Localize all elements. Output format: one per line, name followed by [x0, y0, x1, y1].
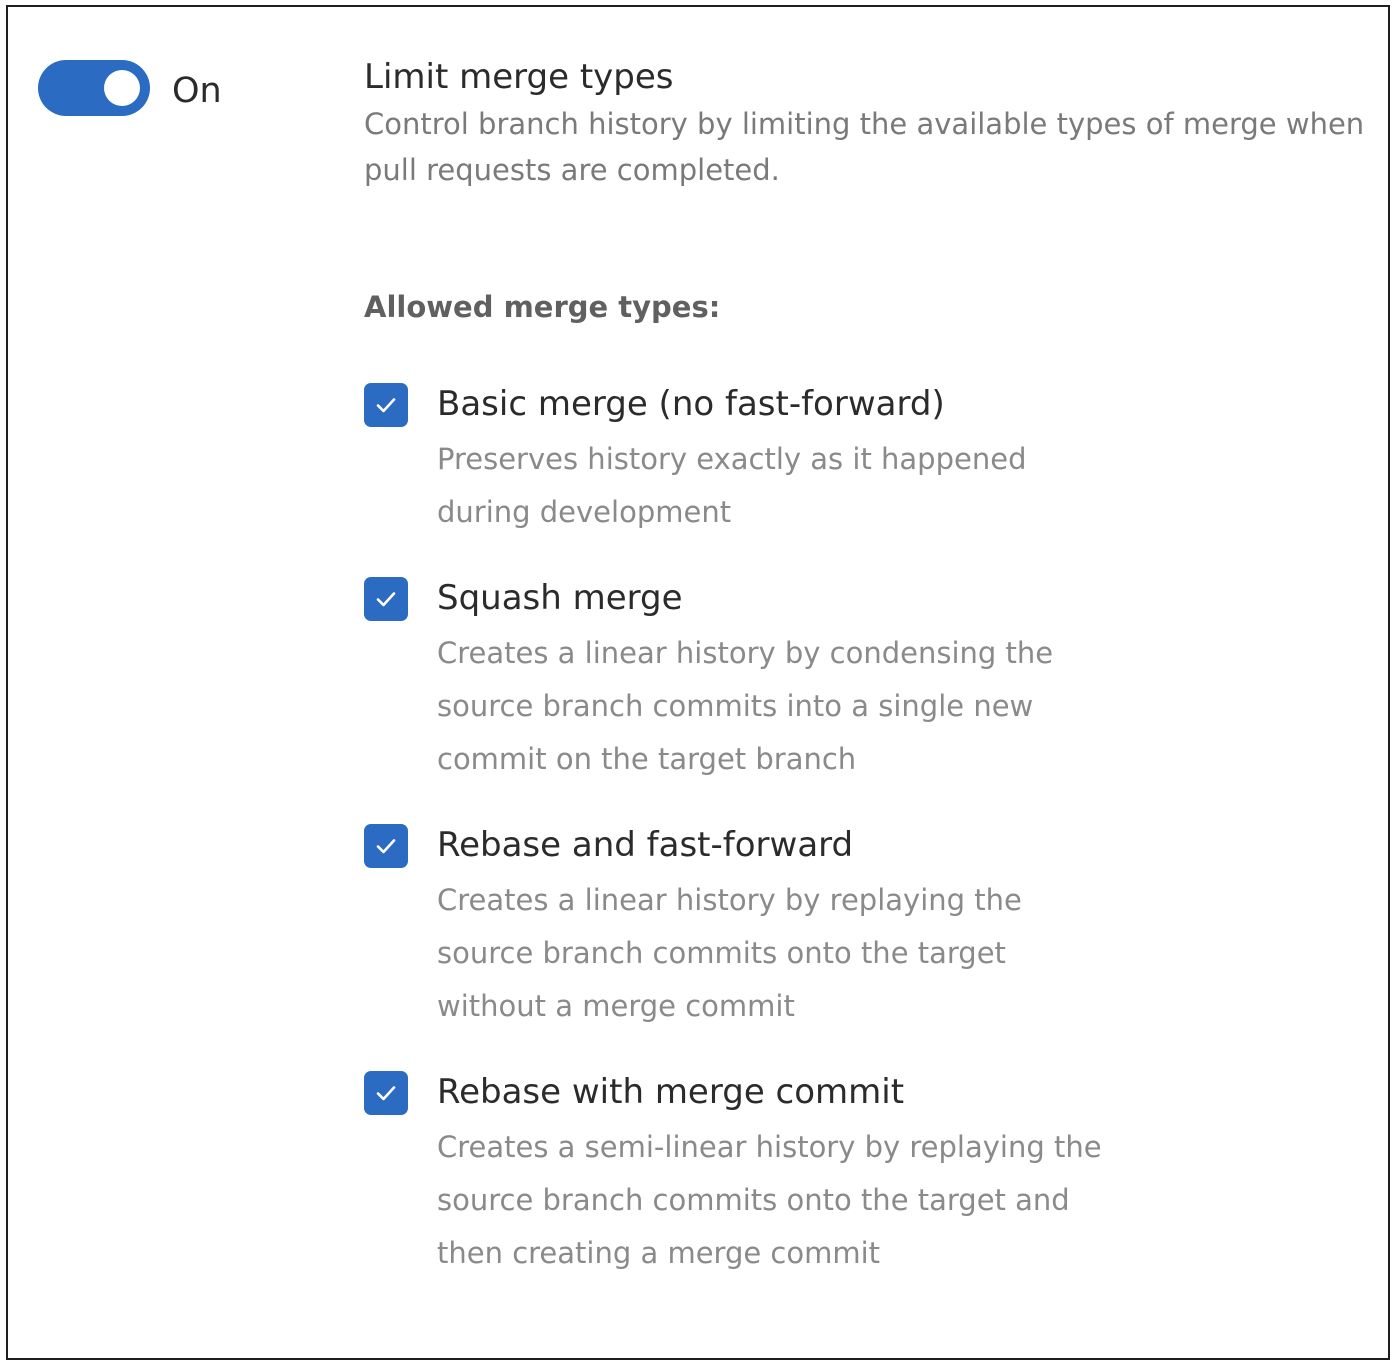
allowed-merge-types-label: Allowed merge types:	[364, 290, 721, 324]
option-title[interactable]: Rebase and fast-forward	[437, 820, 1137, 870]
toggle-state-label: On	[172, 70, 222, 111]
setting-content: Limit merge types Control branch history…	[364, 55, 1392, 1280]
option-squash-merge: Squash merge Creates a linear history by…	[364, 573, 1392, 786]
limit-merge-toggle-group: On	[38, 60, 222, 116]
basic-merge-checkbox[interactable]	[364, 383, 408, 427]
option-text: Rebase and fast-forward Creates a linear…	[437, 820, 1137, 1033]
option-title[interactable]: Basic merge (no fast-forward)	[437, 379, 1137, 429]
setting-title: Limit merge types	[364, 57, 674, 97]
option-rebase-merge-commit: Rebase with merge commit Creates a semi-…	[364, 1067, 1392, 1280]
checkmark-icon	[376, 592, 396, 607]
limit-merge-toggle[interactable]	[38, 60, 150, 116]
checkmark-icon	[376, 839, 396, 854]
checkmark-icon	[376, 398, 396, 413]
option-title[interactable]: Rebase with merge commit	[437, 1067, 1137, 1117]
option-description: Creates a linear history by condensing t…	[437, 636, 1054, 776]
option-title[interactable]: Squash merge	[437, 573, 1137, 623]
option-description: Creates a linear history by replaying th…	[437, 883, 1022, 1023]
squash-merge-checkbox[interactable]	[364, 577, 408, 621]
option-text: Basic merge (no fast-forward) Preserves …	[437, 379, 1137, 539]
checkmark-icon	[376, 1086, 396, 1101]
setting-description: Control branch history by limiting the a…	[364, 107, 1365, 187]
option-text: Squash merge Creates a linear history by…	[437, 573, 1137, 786]
rebase-fast-forward-checkbox[interactable]	[364, 824, 408, 868]
option-description: Creates a semi-linear history by replayi…	[437, 1130, 1102, 1270]
toggle-knob	[104, 70, 140, 106]
option-text: Rebase with merge commit Creates a semi-…	[437, 1067, 1137, 1280]
option-description: Preserves history exactly as it happened…	[437, 442, 1027, 529]
rebase-merge-commit-checkbox[interactable]	[364, 1071, 408, 1115]
option-basic-merge: Basic merge (no fast-forward) Preserves …	[364, 379, 1392, 539]
option-rebase-fast-forward: Rebase and fast-forward Creates a linear…	[364, 820, 1392, 1033]
settings-panel: On Limit merge types Control branch hist…	[6, 5, 1390, 1360]
